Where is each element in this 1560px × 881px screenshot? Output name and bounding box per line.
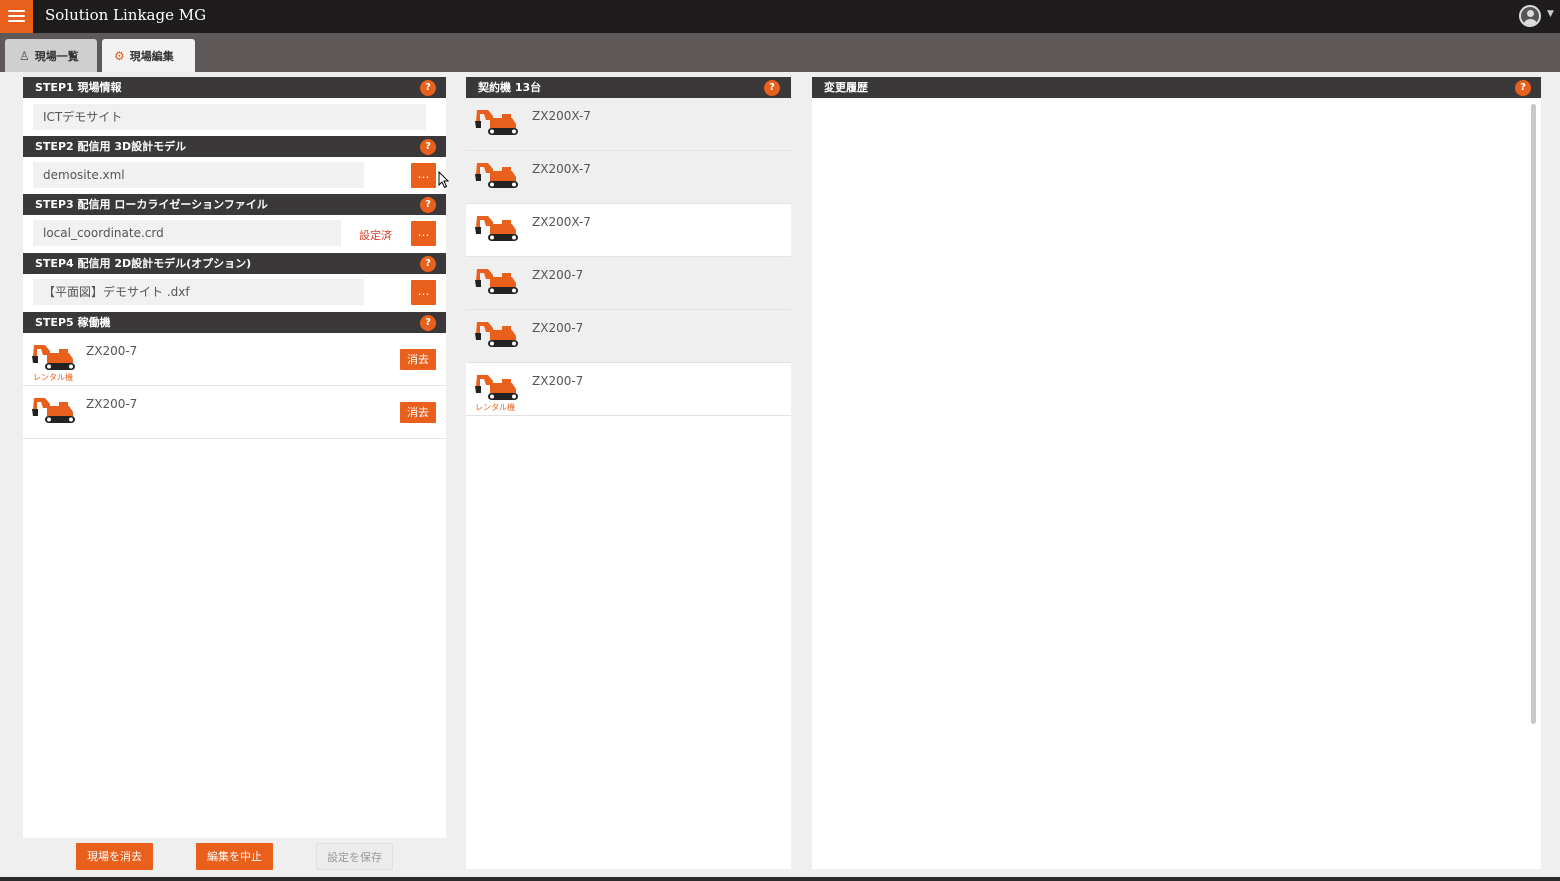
step2-header: STEP2 配信用 3D設計モデル ? xyxy=(23,136,446,157)
chevron-down-icon[interactable]: ▼ xyxy=(1547,9,1554,19)
help-icon[interactable]: ? xyxy=(1515,80,1531,96)
machine-name: ZX200-7 xyxy=(86,397,138,411)
machine-name: ZX200-7 xyxy=(532,374,584,388)
excavator-icon xyxy=(475,163,518,188)
machine-name: ZX200-7 xyxy=(532,321,584,335)
help-icon[interactable]: ? xyxy=(420,139,436,155)
excavator-icon xyxy=(475,375,518,400)
contract-machine-item[interactable]: ZX200-7 xyxy=(466,310,791,363)
step3-title: STEP3 配信用 ローカライゼーションファイル xyxy=(35,198,268,211)
help-icon[interactable]: ? xyxy=(420,80,436,96)
contract-machine-item[interactable]: ZX200-7 xyxy=(466,257,791,310)
step4-header: STEP4 配信用 2D設計モデル(オプション) ? xyxy=(23,253,446,274)
steps-panel xyxy=(23,77,446,838)
delete-site-button[interactable]: 現場を消去 xyxy=(76,843,153,870)
machine-name: ZX200-7 xyxy=(86,344,138,358)
tab-label: 現場一覧 xyxy=(34,49,79,63)
scrollbar-thumb[interactable] xyxy=(1531,104,1536,724)
step3-header: STEP3 配信用 ローカライゼーションファイル ? xyxy=(23,194,446,215)
rental-label: レンタル機 xyxy=(475,403,515,412)
history-panel xyxy=(812,77,1541,869)
history-scrollbar[interactable] xyxy=(1529,99,1539,869)
browse-3d-model-button[interactable]: … xyxy=(411,163,436,188)
machine-name: ZX200X-7 xyxy=(532,109,591,123)
machine-name: ZX200-7 xyxy=(532,268,584,282)
active-machine-item[interactable]: ZX200-7 消去 xyxy=(23,386,446,439)
site-name-field[interactable]: ICTデモサイト xyxy=(33,104,426,130)
excavator-icon xyxy=(475,216,518,241)
tab-site-list[interactable]: ♙ 現場一覧 xyxy=(5,39,97,72)
step5-header: STEP5 稼働機 ? xyxy=(23,312,446,333)
gear-icon: ⚙ xyxy=(114,48,125,63)
contract-title: 契約機 13台 xyxy=(478,81,542,94)
tab-label: 現場編集 xyxy=(129,49,174,63)
history-header: 変更履歴 ? xyxy=(812,77,1541,98)
contract-header: 契約機 13台 ? xyxy=(466,77,791,98)
delete-machine-button[interactable]: 消去 xyxy=(400,402,436,423)
rental-label: レンタル機 xyxy=(33,373,73,382)
tab-site-edit[interactable]: ⚙ 現場編集 xyxy=(102,39,195,72)
machine-name: ZX200X-7 xyxy=(532,215,591,229)
hamburger-menu-icon[interactable] xyxy=(0,0,33,33)
step4-title: STEP4 配信用 2D設計モデル(オプション) xyxy=(35,257,252,270)
step1-header: STEP1 現場情報 ? xyxy=(23,77,446,98)
tab-bar: ♙ 現場一覧 ⚙ 現場編集 xyxy=(0,33,1560,72)
excavator-icon xyxy=(475,110,518,135)
localization-file-field[interactable]: local_coordinate.crd xyxy=(33,220,341,246)
excavator-icon xyxy=(32,345,75,370)
user-account-icon[interactable] xyxy=(1519,5,1541,27)
2d-model-field[interactable]: 【平面図】デモサイト .dxf xyxy=(33,279,364,305)
contract-machine-item[interactable]: ZX200X-7 xyxy=(466,204,791,257)
contract-machine-item[interactable]: ZX200-7 レンタル機 xyxy=(466,363,791,416)
excavator-icon xyxy=(475,322,518,347)
excavator-icon xyxy=(32,398,75,423)
browse-localization-button[interactable]: … xyxy=(411,221,436,246)
history-title: 変更履歴 xyxy=(824,81,868,94)
step2-title: STEP2 配信用 3D設計モデル xyxy=(35,140,187,153)
window-bottom-edge xyxy=(0,877,1560,881)
help-icon[interactable]: ? xyxy=(420,256,436,272)
mouse-cursor-icon xyxy=(438,171,450,189)
help-icon[interactable]: ? xyxy=(764,80,780,96)
app-title: Solution Linkage MG xyxy=(45,6,207,24)
set-status-label: 設定済 xyxy=(359,229,392,242)
top-bar: Solution Linkage MG ▼ xyxy=(0,0,1560,33)
step1-title: STEP1 現場情報 xyxy=(35,81,122,94)
help-icon[interactable]: ? xyxy=(420,197,436,213)
contract-machine-item[interactable]: ZX200X-7 xyxy=(466,98,791,151)
save-settings-button[interactable]: 設定を保存 xyxy=(316,843,393,870)
excavator-icon xyxy=(475,269,518,294)
3d-model-field[interactable]: demosite.xml xyxy=(33,162,364,188)
active-machine-item[interactable]: ZX200-7 レンタル機 消去 xyxy=(23,333,446,386)
contract-machine-item[interactable]: ZX200X-7 xyxy=(466,151,791,204)
machine-name: ZX200X-7 xyxy=(532,162,591,176)
step5-title: STEP5 稼働機 xyxy=(35,316,111,329)
browse-2d-model-button[interactable]: … xyxy=(411,280,436,305)
cancel-edit-button[interactable]: 編集を中止 xyxy=(196,843,273,870)
help-icon[interactable]: ? xyxy=(420,315,436,331)
delete-machine-button[interactable]: 消去 xyxy=(400,349,436,370)
person-icon: ♙ xyxy=(19,48,30,63)
